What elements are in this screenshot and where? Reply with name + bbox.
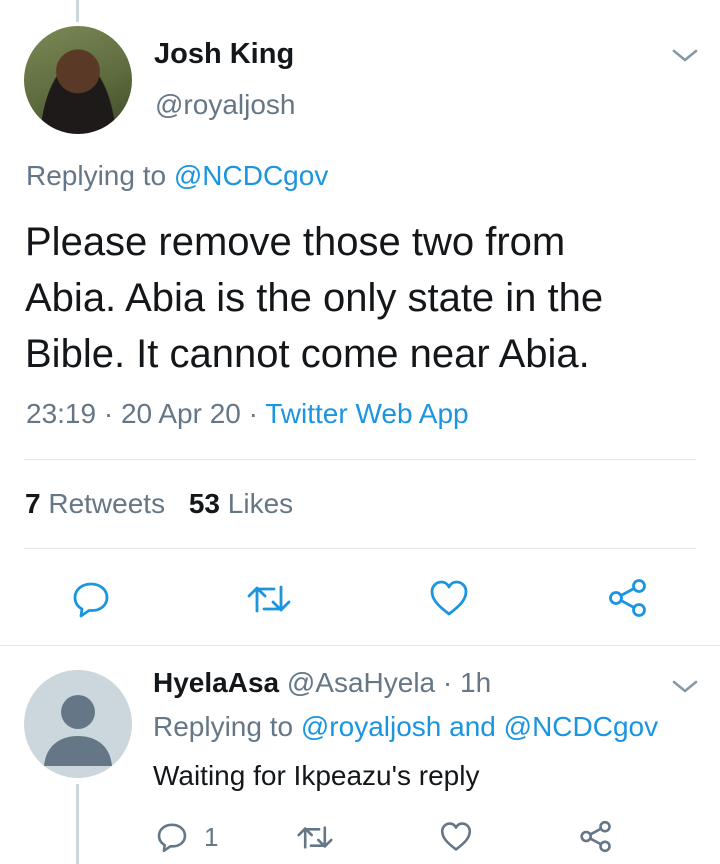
tweet-time[interactable]: 23:19 xyxy=(26,398,96,429)
conjunction: and xyxy=(449,711,496,742)
mention-link[interactable]: @NCDCgov xyxy=(504,711,658,742)
reply-text: Waiting for Ikpeazu's reply xyxy=(153,760,480,791)
author-handle[interactable]: @royaljosh xyxy=(155,89,295,121)
tweet-text-line: Bible. It cannot come near Abia. xyxy=(25,332,590,376)
likes-label: Likes xyxy=(227,488,294,519)
divider xyxy=(0,645,720,646)
divider xyxy=(24,459,696,460)
reply-icon[interactable] xyxy=(70,578,112,620)
separator: · xyxy=(248,398,258,429)
separator: · xyxy=(103,398,114,429)
default-avatar-icon[interactable] xyxy=(24,670,132,778)
source-link[interactable]: Twitter Web App xyxy=(265,398,468,429)
reply-author-name[interactable]: HyelaAsa xyxy=(153,667,279,698)
replying-prefix: Replying to xyxy=(26,160,167,191)
tweet-text-line: Abia. Abia is the only state in the xyxy=(25,276,604,320)
thread-line-top xyxy=(76,0,79,22)
chevron-down-icon[interactable] xyxy=(671,676,699,696)
heart-icon[interactable] xyxy=(439,820,473,853)
mention-link[interactable]: @royaljosh xyxy=(301,711,441,742)
reply-count: 1 xyxy=(204,822,219,852)
chevron-down-icon[interactable] xyxy=(671,45,699,65)
tweet-date[interactable]: 20 Apr 20 xyxy=(121,398,241,429)
tweet-text: Please remove those two from Abia. Abia … xyxy=(25,214,603,382)
author-name[interactable]: Josh King xyxy=(154,38,294,71)
reply-timestamp[interactable]: 1h xyxy=(460,667,491,698)
replying-to: Replying to @NCDCgov xyxy=(26,160,328,192)
reply-header: HyelaAsa @AsaHyela · 1h xyxy=(153,667,491,699)
heart-icon[interactable] xyxy=(428,578,470,618)
likes-count: 53 xyxy=(188,488,221,519)
retweet-icon[interactable] xyxy=(246,580,292,618)
retweet-icon[interactable] xyxy=(296,822,334,853)
retweets-count: 7 xyxy=(25,488,41,519)
retweets-label: Retweets xyxy=(48,488,166,519)
tweet-metadata: 23:19 · 20 Apr 20 · Twitter Web App xyxy=(26,398,469,430)
mention-link[interactable]: @NCDCgov xyxy=(174,160,328,191)
likes-stat[interactable]: 53 Likes xyxy=(189,488,293,519)
thread-line-bottom xyxy=(76,784,79,864)
reply-replying-to: Replying to @royaljosh and @NCDCgov xyxy=(153,711,658,743)
engagement-stats: 7 Retweets 53 Likes xyxy=(25,488,293,520)
share-icon[interactable] xyxy=(578,819,614,854)
divider xyxy=(24,548,696,549)
reply-icon[interactable] xyxy=(155,820,189,854)
reply-author-handle[interactable]: @AsaHyela xyxy=(287,667,435,698)
tweet-text-line: Please remove those two from xyxy=(25,220,566,264)
retweets-stat[interactable]: 7 Retweets xyxy=(25,488,173,519)
avatar[interactable] xyxy=(24,26,132,134)
share-icon[interactable] xyxy=(606,577,650,619)
replying-prefix: Replying to xyxy=(153,711,294,742)
separator: · xyxy=(442,667,453,698)
